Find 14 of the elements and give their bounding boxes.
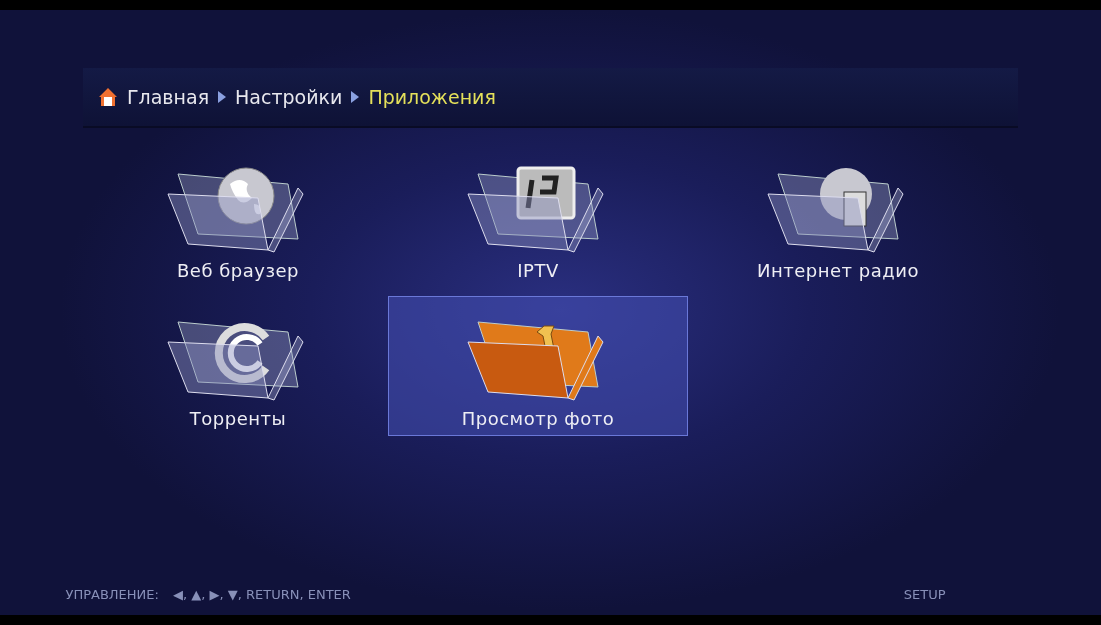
home-icon	[97, 86, 119, 108]
app-tile[interactable]: IPTV	[388, 148, 688, 288]
controls-hint: ◀, ▲, ▶, ▼, RETURN, ENTER	[172, 586, 351, 602]
app-tile[interactable]: Просмотр фото	[388, 296, 688, 436]
app-tile[interactable]: Торренты	[88, 296, 388, 436]
app-tile[interactable]: Интернет радио	[688, 148, 988, 288]
breadcrumb-link[interactable]: Главная	[127, 86, 210, 108]
setup-label: SETUP	[903, 586, 946, 602]
breadcrumb-link[interactable]: Настройки	[235, 86, 343, 108]
breadcrumb-link[interactable]: Приложения	[368, 86, 496, 108]
controls-label: УПРАВЛЕНИЕ:	[65, 586, 159, 602]
chevron-icon	[217, 90, 228, 104]
chevron-icon	[350, 90, 361, 104]
app-tile[interactable]: Веб браузер	[88, 148, 388, 288]
